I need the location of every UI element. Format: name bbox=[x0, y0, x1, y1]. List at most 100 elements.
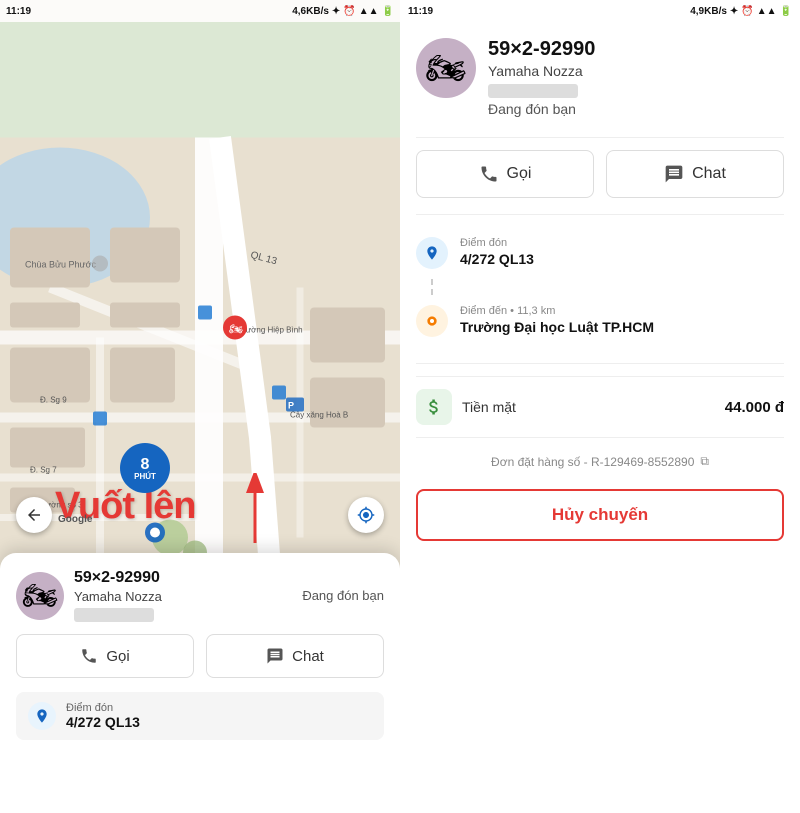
right-content: 🏍 59×2-92990 Yamaha Nozza Đang đón bạn G… bbox=[400, 22, 800, 813]
right-time: 11:19 bbox=[408, 6, 433, 17]
alarm-icon: ⏰ bbox=[343, 6, 355, 17]
google-logo: Google bbox=[58, 514, 92, 525]
destination-icon bbox=[424, 313, 440, 329]
left-action-btns: Gọi Chat bbox=[16, 634, 384, 678]
right-call-label: Gọi bbox=[507, 165, 532, 183]
pickup-location-icon bbox=[424, 245, 440, 261]
right-action-btns: Gọi Chat bbox=[416, 150, 784, 198]
left-call-label: Gọi bbox=[106, 648, 129, 665]
left-panel: 11:19 4,6KB/s ✦ ⏰ ▲▲ 🔋 bbox=[0, 0, 400, 813]
bluetooth-icon: ✦ bbox=[332, 6, 340, 17]
left-pickup-label: Điểm đón bbox=[66, 702, 140, 714]
right-chat-button[interactable]: Chat bbox=[606, 150, 784, 198]
destination-label-text: Điểm đến • 11,3 km bbox=[460, 305, 654, 317]
route-pickup-icon bbox=[416, 237, 448, 269]
left-driver-plate: 59×2-92990 bbox=[74, 569, 292, 587]
route-destination-icon bbox=[416, 305, 448, 337]
payment-left: Tiền mặt bbox=[416, 389, 516, 425]
avatar-icon: 🏍 bbox=[22, 579, 58, 612]
route-connector bbox=[431, 279, 433, 295]
route-destination-item: Điểm đến • 11,3 km Trường Đại học Luật T… bbox=[416, 295, 784, 347]
left-call-button[interactable]: Gọi bbox=[16, 634, 194, 678]
route-destination-text: Điểm đến • 11,3 km Trường Đại học Luật T… bbox=[460, 305, 654, 335]
right-avatar-icon: 🏍 bbox=[426, 49, 467, 87]
route-pickup-text: Điểm đón 4/272 QL13 bbox=[460, 237, 534, 267]
right-chat-label: Chat bbox=[692, 165, 726, 183]
right-driver-plate: 59×2-92990 bbox=[488, 38, 784, 61]
right-battery-icon: 🔋 bbox=[780, 6, 792, 17]
order-number-row: Đơn đặt hàng số - R-129469-8552890 ⧉ bbox=[416, 454, 784, 469]
left-bottom-sheet: 🏍 59×2-92990 Yamaha Nozza Đang đón bạn G… bbox=[0, 553, 400, 813]
left-driver-row: 🏍 59×2-92990 Yamaha Nozza Đang đón bạn bbox=[16, 569, 384, 622]
minutes-unit: PHÚT bbox=[134, 472, 156, 481]
payment-icon bbox=[416, 389, 452, 425]
location-icon bbox=[357, 506, 375, 524]
chat-icon bbox=[266, 647, 284, 665]
right-status-icons: 4,9KB/s ✦ ⏰ ▲▲ 🔋 bbox=[690, 6, 792, 17]
right-call-button[interactable]: Gọi bbox=[416, 150, 594, 198]
right-alarm-icon: ⏰ bbox=[741, 6, 753, 17]
right-phone-icon bbox=[479, 164, 499, 184]
svg-text:🏍: 🏍 bbox=[229, 324, 243, 336]
payment-row: Tiền mặt 44.000 đ bbox=[416, 376, 784, 438]
svg-text:P: P bbox=[288, 401, 294, 411]
left-pickup-text: Điểm đón 4/272 QL13 bbox=[66, 702, 140, 730]
phone-icon bbox=[80, 647, 98, 665]
person-location-icon bbox=[34, 708, 50, 724]
left-chat-label: Chat bbox=[292, 648, 324, 665]
speed-indicator: 4,6KB/s bbox=[292, 6, 329, 17]
route-section: Điểm đón 4/272 QL13 Điểm đến • bbox=[416, 227, 784, 347]
arrow-annotation bbox=[240, 473, 270, 553]
right-signal-icon: ▲▲ bbox=[757, 6, 777, 17]
left-pickup-info: Điểm đón 4/272 QL13 bbox=[16, 692, 384, 740]
pickup-address-text: 4/272 QL13 bbox=[460, 251, 534, 267]
right-panel: 11:19 4,9KB/s ✦ ⏰ ▲▲ 🔋 🏍 59×2-92990 Yama… bbox=[400, 0, 800, 813]
route-pickup-item: Điểm đón 4/272 QL13 bbox=[416, 227, 784, 279]
right-bluetooth-icon: ✦ bbox=[730, 6, 738, 17]
svg-text:Đ. Sg 7: Đ. Sg 7 bbox=[30, 466, 57, 475]
divider-3 bbox=[416, 363, 784, 364]
minutes-badge: 8 PHÚT bbox=[120, 443, 170, 493]
svg-text:Cây xăng Hoà B: Cây xăng Hoà B bbox=[290, 411, 348, 420]
left-status-icons: 4,6KB/s ✦ ⏰ ▲▲ 🔋 bbox=[292, 6, 394, 17]
svg-text:Chùa Bửu Phước: Chùa Bửu Phước bbox=[25, 260, 96, 270]
back-button[interactable] bbox=[16, 497, 52, 533]
right-chat-icon bbox=[664, 164, 684, 184]
pickup-label-text: Điểm đón bbox=[460, 237, 534, 249]
left-driver-name: Yamaha Nozza bbox=[74, 589, 292, 604]
left-driver-status: Đang đón bạn bbox=[302, 588, 384, 603]
cancel-button[interactable]: Hủy chuyến bbox=[416, 489, 784, 541]
left-driver-avatar: 🏍 bbox=[16, 572, 64, 620]
left-status-time-group: 11:19 bbox=[6, 6, 31, 17]
back-arrow-icon bbox=[25, 506, 43, 524]
svg-text:Đường Hiệp Bình: Đường Hiệp Bình bbox=[240, 326, 303, 335]
payment-method: Tiền mặt bbox=[462, 399, 516, 415]
right-speed: 4,9KB/s bbox=[690, 6, 727, 17]
right-driver-status: Đang đón bạn bbox=[488, 101, 784, 117]
right-driver-rating bbox=[488, 84, 578, 98]
svg-text:Đ. Sg 9: Đ. Sg 9 bbox=[40, 396, 67, 405]
battery-icon: 🔋 bbox=[382, 6, 394, 17]
payment-amount: 44.000 đ bbox=[725, 399, 784, 416]
right-driver-name: Yamaha Nozza bbox=[488, 63, 784, 79]
right-status-bar: 11:19 4,9KB/s ✦ ⏰ ▲▲ 🔋 bbox=[400, 0, 800, 22]
divider-2 bbox=[416, 214, 784, 215]
left-status-bar: 11:19 4,6KB/s ✦ ⏰ ▲▲ 🔋 bbox=[0, 0, 400, 22]
left-chat-button[interactable]: Chat bbox=[206, 634, 384, 678]
copy-icon[interactable]: ⧉ bbox=[700, 454, 709, 469]
cash-icon bbox=[424, 397, 444, 417]
destination-address-text: Trường Đại học Luật TP.HCM bbox=[460, 319, 654, 335]
signal-icon: ▲▲ bbox=[359, 6, 379, 17]
right-driver-avatar: 🏍 bbox=[416, 38, 476, 98]
order-number-text: Đơn đặt hàng số - R-129469-8552890 bbox=[491, 455, 694, 469]
left-pickup-address: 4/272 QL13 bbox=[66, 714, 140, 730]
up-arrow-icon bbox=[240, 473, 270, 553]
left-driver-details: 59×2-92990 Yamaha Nozza bbox=[74, 569, 292, 622]
left-time: 11:19 bbox=[6, 6, 31, 17]
pickup-icon bbox=[28, 702, 56, 730]
divider-1 bbox=[416, 137, 784, 138]
left-driver-rating bbox=[74, 608, 154, 622]
location-button[interactable] bbox=[348, 497, 384, 533]
right-driver-details: 59×2-92990 Yamaha Nozza Đang đón bạn bbox=[488, 38, 784, 117]
right-driver-card: 🏍 59×2-92990 Yamaha Nozza Đang đón bạn bbox=[416, 38, 784, 117]
